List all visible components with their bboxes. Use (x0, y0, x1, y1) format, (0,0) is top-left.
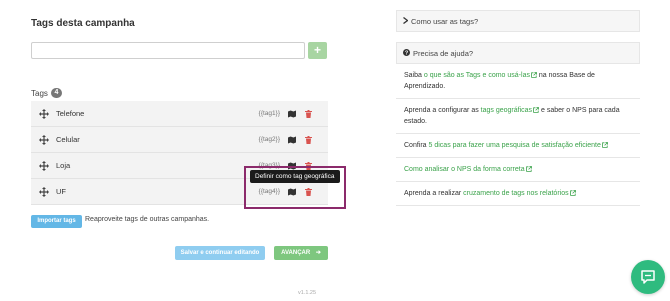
external-link-icon (569, 190, 576, 196)
tag-code: {{tag3}} (258, 162, 280, 169)
map-icon[interactable] (288, 110, 296, 118)
tags-header: Tags 4 (31, 88, 62, 98)
trash-icon[interactable] (305, 161, 312, 170)
help-header: ? Precisa de ajuda? (396, 42, 640, 64)
import-hint: Reaproveite tags de outras campanhas. (85, 216, 210, 223)
tag-name: UF (56, 187, 66, 196)
help-link[interactable]: Como analisar o NPS da forma correta (404, 166, 525, 173)
how-to-use-panel: Como usar as tags? (396, 10, 640, 32)
help-link[interactable]: o que são as Tags e como usá-las (424, 72, 530, 79)
import-tags-button[interactable]: Importar tags (31, 215, 82, 228)
tag-name: Telefone (56, 109, 85, 118)
tag-count-badge: 4 (50, 88, 62, 98)
map-icon[interactable] (288, 188, 296, 196)
external-link-icon (602, 142, 608, 148)
help-link[interactable]: 5 dicas para fazer uma pesquisa de satis… (429, 142, 601, 149)
help-text: Aprenda a realizar (404, 190, 464, 197)
help-item: Aprenda a configurar as tags geográficas… (396, 99, 640, 134)
help-text: Saiba (404, 72, 424, 79)
geo-tag-tooltip: Definir como tag geográfica (250, 170, 340, 183)
trash-icon[interactable] (305, 109, 312, 118)
help-text: Aprenda a configurar as (404, 107, 481, 114)
help-item: Aprenda a realizar cruzamento de tags no… (396, 182, 640, 206)
help-link[interactable]: tags geográficas (481, 107, 532, 114)
save-continue-button[interactable]: Salvar e continuar editando (175, 246, 265, 260)
tag-row-celular: Celular {{tag2}} (31, 127, 328, 153)
external-link-icon (525, 166, 532, 172)
chevron-right-icon (403, 16, 409, 26)
help-text: Confira (404, 142, 429, 149)
trash-icon[interactable] (305, 135, 312, 144)
help-item: Saiba o que são as Tags e como usá-las n… (396, 64, 640, 99)
how-to-use-title: Como usar as tags? (411, 16, 479, 26)
help-item: Como analisar o NPS da forma correta (396, 158, 640, 182)
tags-label: Tags (31, 88, 48, 98)
tag-list: Telefone {{tag1}} Celular {{tag2}} Loja … (31, 101, 328, 205)
tag-name: Loja (56, 161, 71, 170)
version-label: v1.1.25 (298, 290, 317, 296)
section-title: Tags desta campanha (31, 18, 135, 29)
advance-button[interactable]: AVANÇAR ➔ (274, 246, 328, 260)
map-icon[interactable] (288, 162, 296, 170)
move-icon[interactable] (39, 108, 49, 119)
arrow-right-icon: ➔ (315, 250, 321, 256)
tag-row-telefone: Telefone {{tag1}} (31, 101, 328, 127)
trash-icon[interactable] (305, 187, 312, 196)
chat-button[interactable] (631, 260, 665, 294)
move-icon[interactable] (39, 160, 49, 171)
advance-label: AVANÇAR (281, 250, 311, 256)
new-tag-input[interactable] (31, 42, 305, 59)
tag-name: Celular (56, 135, 80, 144)
question-circle-icon: ? (403, 48, 410, 58)
help-title: Precisa de ajuda? (413, 48, 474, 58)
add-tag-button[interactable]: + (308, 42, 327, 59)
tag-code: {{tag4}} (258, 188, 280, 195)
how-to-use-toggle[interactable]: Como usar as tags? (396, 10, 640, 32)
tag-code: {{tag1}} (258, 110, 280, 117)
chat-icon (639, 268, 657, 286)
help-panel: ? Precisa de ajuda? Saiba o que são as T… (396, 42, 640, 206)
move-icon[interactable] (39, 186, 49, 197)
help-link[interactable]: cruzamento de tags nos relatórios (463, 190, 568, 197)
tag-code: {{tag2}} (258, 136, 280, 143)
move-icon[interactable] (39, 134, 49, 145)
help-item: Confira 5 dicas para fazer uma pesquisa … (396, 134, 640, 158)
map-icon[interactable] (288, 136, 296, 144)
